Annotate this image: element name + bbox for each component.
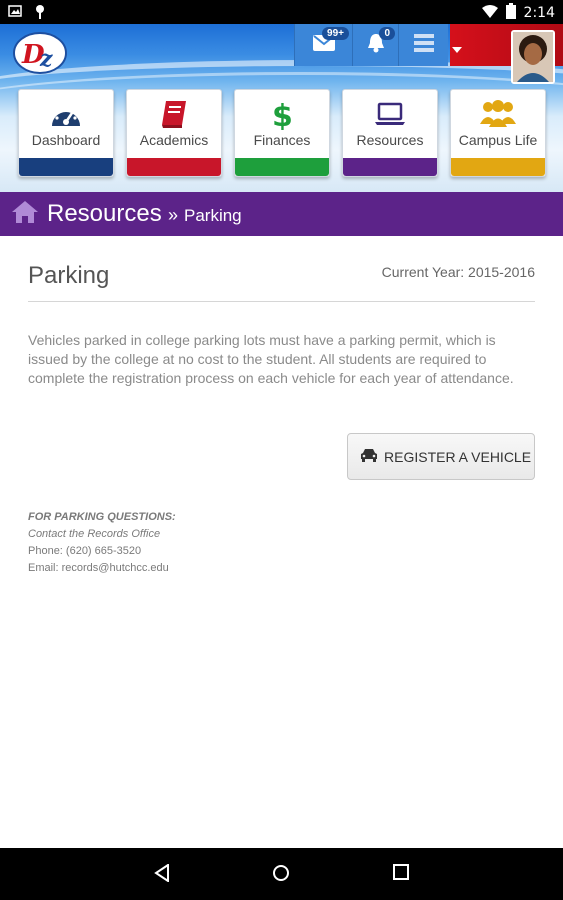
breadcrumb-current: Parking: [184, 206, 242, 225]
battery-icon: [505, 3, 516, 23]
college-logo[interactable]: D z: [12, 30, 68, 76]
contact-info: FOR PARKING QUESTIONS: Contact the Recor…: [28, 509, 176, 577]
tile-dashboard[interactable]: Dashboard: [18, 89, 114, 177]
location-notification-icon: [34, 4, 46, 25]
page-title: Parking: [28, 262, 110, 289]
register-vehicle-label: REGISTER A VEHICLE: [384, 448, 532, 465]
header-actions: 99+ 0: [294, 24, 448, 66]
status-bar: 2:14: [0, 0, 563, 24]
contact-heading: FOR PARKING QUESTIONS:: [28, 511, 176, 523]
tile-color-bar: [343, 158, 437, 176]
app-header: D z 99+ 0 Dashboard Academics $ Finances…: [0, 24, 563, 192]
tile-label: Finances: [253, 132, 311, 148]
breadcrumb: Resources » Parking: [0, 192, 563, 236]
book-icon: [127, 98, 221, 130]
tile-color-bar: [19, 158, 113, 176]
tile-academics[interactable]: Academics: [126, 89, 222, 177]
list-icon: [413, 33, 434, 57]
messages-button[interactable]: 99+: [294, 24, 352, 66]
contact-office: Contact the Records Office: [28, 528, 161, 540]
tile-resources[interactable]: Resources: [342, 89, 438, 177]
gauge-icon: [19, 98, 113, 130]
contact-phone[interactable]: Phone: (620) 665-3520: [28, 543, 176, 560]
tile-campus-life[interactable]: Campus Life: [450, 89, 546, 177]
notifications-badge: 0: [379, 27, 395, 40]
people-icon: [451, 98, 545, 130]
tile-label: Campus Life: [458, 132, 538, 148]
tile-finances[interactable]: $ Finances: [234, 89, 330, 177]
svg-text:z: z: [39, 46, 53, 72]
clock: 2:14: [523, 5, 555, 21]
image-notification-icon: [8, 4, 22, 25]
divider: [28, 301, 535, 302]
menu-list-button[interactable]: [398, 24, 448, 66]
home-icon[interactable]: [11, 200, 39, 229]
tile-color-bar: [235, 158, 329, 176]
messages-badge: 99+: [322, 27, 349, 40]
contact-email[interactable]: Email: records@hutchcc.edu: [28, 560, 176, 577]
tile-label: Academics: [139, 132, 209, 148]
system-navigation-bar: [0, 848, 563, 900]
back-icon[interactable]: [154, 863, 170, 887]
current-year: Current Year: 2015-2016: [381, 264, 535, 280]
svg-text:$: $: [272, 99, 293, 130]
parking-description: Vehicles parked in college parking lots …: [28, 332, 514, 386]
notifications-button[interactable]: 0: [352, 24, 398, 66]
tile-label: Dashboard: [31, 132, 101, 148]
car-icon: [360, 448, 378, 465]
laptop-icon: [343, 98, 437, 130]
register-vehicle-button[interactable]: REGISTER A VEHICLE: [347, 433, 535, 480]
user-avatar[interactable]: [511, 30, 555, 84]
home-button-icon[interactable]: [272, 864, 290, 887]
recent-apps-icon[interactable]: [393, 864, 409, 885]
tile-color-bar: [127, 158, 221, 176]
wifi-icon: [481, 4, 498, 22]
tile-color-bar: [451, 158, 545, 176]
dollar-icon: $: [235, 98, 329, 130]
nav-tiles: Dashboard Academics $ Finances Resources: [18, 89, 546, 177]
breadcrumb-section[interactable]: Resources: [47, 200, 162, 228]
breadcrumb-separator: »: [168, 205, 179, 225]
tile-label: Resources: [356, 132, 424, 148]
chevron-down-icon[interactable]: [452, 40, 462, 58]
